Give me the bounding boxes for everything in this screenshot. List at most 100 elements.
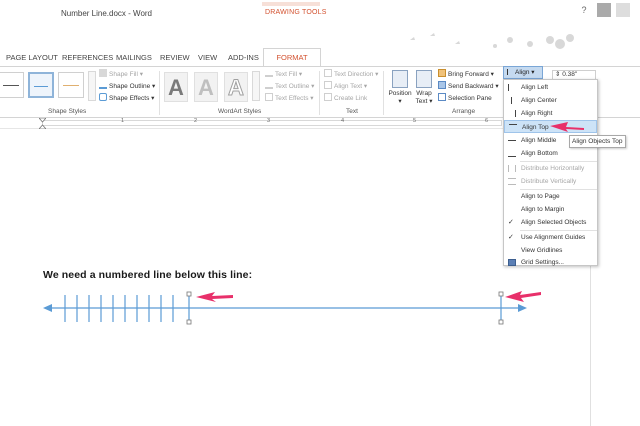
menu-item-distribute-horizontally[interactable]: Distribute Horizontally	[504, 162, 597, 175]
grid-icon	[508, 259, 516, 266]
tab-format[interactable]: FORMAT	[263, 48, 321, 67]
text-group-label: Text	[346, 108, 358, 115]
text-direction-icon	[324, 69, 332, 77]
menu-item-label: Grid Settings...	[521, 259, 564, 266]
height-value: 0.38"	[562, 71, 578, 78]
menu-item-distribute-vertically[interactable]: Distribute Vertically	[504, 175, 597, 188]
menu-item-align-to-page[interactable]: Align to Page	[504, 190, 597, 203]
ruler-number: 4	[341, 118, 345, 124]
checkmark-icon: ✓	[508, 234, 514, 241]
bring-forward-button[interactable]: Bring Forward ▾	[438, 69, 494, 80]
align-dropdown-menu: Align Left Align Center Align Right Alig…	[503, 79, 598, 266]
resize-handle[interactable]	[498, 319, 504, 325]
style-gallery-scroll[interactable]	[88, 71, 96, 101]
tab-references[interactable]: REFERENCES	[62, 53, 113, 62]
ruler-text-area	[42, 120, 502, 126]
tab-add-ins[interactable]: ADD-INS	[228, 53, 259, 62]
position-icon	[392, 70, 408, 88]
shape-effects-label: Shape Effects	[109, 95, 150, 102]
ruler-number: 6	[485, 118, 489, 124]
align-button[interactable]: Align ▾	[503, 66, 543, 79]
selection-pane-button[interactable]: Selection Pane	[438, 93, 492, 104]
group-divider	[159, 71, 160, 115]
shape-outline-button[interactable]: Shape Outline ▾	[99, 81, 155, 92]
annotation-arrow-icon	[196, 292, 233, 302]
align-left-icon	[508, 84, 516, 91]
menu-item-label: Align to Page	[521, 193, 560, 200]
wordart-gallery-scroll[interactable]	[252, 71, 260, 101]
align-icon	[507, 69, 513, 75]
ruler-number: 2	[194, 118, 198, 124]
annotation-arrow-icon	[505, 291, 541, 302]
text-outline-label: Text Outline	[275, 83, 310, 90]
menu-item-align-selected-objects[interactable]: ✓ Align Selected Objects	[504, 216, 597, 229]
minimize-button[interactable]	[616, 3, 630, 17]
send-backward-button[interactable]: Send Backward ▾	[438, 81, 499, 92]
align-bottom-icon	[508, 150, 516, 157]
shape-effects-button[interactable]: Shape Effects ▾	[99, 93, 154, 104]
align-text-label: Align Text	[334, 83, 363, 90]
menu-item-align-to-margin[interactable]: Align to Margin	[504, 203, 597, 216]
help-button[interactable]: ?	[575, 0, 593, 20]
ribbon-display-button[interactable]	[597, 3, 611, 17]
wordart-group-label: WordArt Styles	[218, 108, 262, 115]
shape-style-thumb-3[interactable]	[58, 72, 84, 98]
text-direction-button[interactable]: Text Direction ▾	[324, 69, 378, 80]
left-arrowhead-icon	[43, 304, 52, 312]
wrap-label-line1: Wrap	[416, 90, 432, 97]
menu-item-label: Align Bottom	[521, 150, 558, 157]
menu-item-grid-settings[interactable]: Grid Settings...	[504, 256, 597, 269]
text-effects-button[interactable]: Text Effects ▾	[265, 93, 314, 104]
menu-item-label: Distribute Vertically	[521, 178, 577, 185]
tab-review[interactable]: REVIEW	[160, 53, 190, 62]
menu-item-label: Align Middle	[521, 137, 557, 144]
send-backward-icon	[438, 81, 446, 89]
menu-item-align-center[interactable]: Align Center	[504, 94, 597, 107]
wrap-text-button[interactable]: Wrap Text ▾	[414, 70, 434, 105]
link-icon	[324, 93, 332, 101]
menu-item-label: Align Top	[522, 124, 549, 131]
shape-fill-button[interactable]: Shape Fill ▾	[99, 69, 143, 80]
tab-mailings[interactable]: MAILINGS	[116, 53, 152, 62]
text-outline-button[interactable]: Text Outline ▾	[265, 81, 314, 92]
create-link-button[interactable]: Create Link	[324, 93, 367, 104]
text-outline-icon	[265, 81, 273, 89]
horizontal-ruler[interactable]: 1 2 3 4 5 6	[0, 118, 590, 129]
resize-handle[interactable]	[186, 319, 192, 325]
menu-item-use-alignment-guides[interactable]: ✓ Use Alignment Guides	[504, 231, 597, 244]
menu-item-label: Align Selected Objects	[521, 219, 587, 226]
position-button[interactable]: Position ▾	[387, 70, 413, 105]
resize-handle[interactable]	[498, 291, 504, 297]
ruler-number: 3	[267, 118, 271, 124]
menu-item-align-bottom[interactable]: Align Bottom	[504, 147, 597, 160]
menu-item-label: Align to Margin	[521, 206, 565, 213]
wordart-style-3[interactable]: A	[224, 72, 248, 102]
text-direction-label: Text Direction	[334, 71, 374, 78]
ruler-number: 5	[413, 118, 417, 124]
wordart-style-1[interactable]: A	[164, 72, 188, 102]
text-effects-label: Text Effects	[275, 95, 309, 102]
menu-item-align-left[interactable]: Align Left	[504, 81, 597, 94]
bring-forward-label: Bring Forward	[448, 71, 489, 78]
align-text-button[interactable]: Align Text ▾	[324, 81, 367, 92]
text-fill-label: Text Fill	[275, 71, 298, 78]
right-arrowhead-icon	[518, 304, 527, 312]
tab-view[interactable]: VIEW	[198, 53, 217, 62]
drawing-tools-label: DRAWING TOOLS	[265, 9, 327, 16]
create-link-label: Create Link	[334, 95, 368, 102]
contextual-tab-accent	[262, 2, 320, 6]
shape-style-thumb-1[interactable]	[0, 72, 24, 98]
text-fill-button[interactable]: Text Fill ▾	[265, 69, 302, 80]
style-line	[3, 85, 19, 86]
style-line	[34, 86, 48, 87]
wordart-style-2[interactable]: A	[194, 72, 218, 102]
tab-page-layout[interactable]: PAGE LAYOUT	[6, 53, 58, 62]
text-fill-icon	[265, 69, 273, 77]
wrap-label-line2: Text	[415, 98, 428, 105]
wrap-text-icon	[416, 70, 432, 88]
shape-style-thumb-2[interactable]	[28, 72, 54, 98]
menu-item-label: Align Right	[521, 110, 553, 117]
resize-handle[interactable]	[186, 291, 192, 297]
bring-forward-icon	[438, 69, 446, 77]
indent-marker-icon[interactable]	[39, 118, 46, 129]
